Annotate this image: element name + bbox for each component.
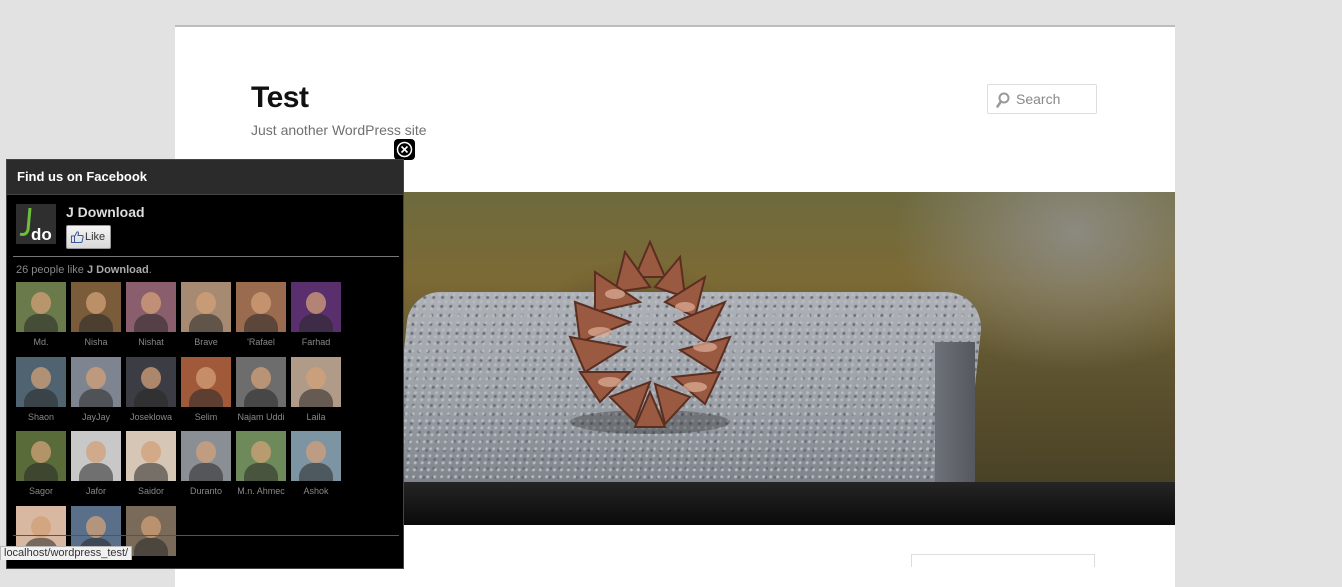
like-count-prefix: 26 people like bbox=[16, 264, 84, 276]
fan-name[interactable]: JayJay bbox=[71, 412, 121, 422]
stone-side bbox=[935, 342, 975, 482]
fan-avatar[interactable] bbox=[181, 356, 231, 407]
fan-face[interactable]: Joseklowa bbox=[126, 356, 176, 429]
fan-face[interactable]: Najam Uddi bbox=[236, 356, 286, 429]
fan-avatar[interactable] bbox=[236, 356, 286, 407]
fan-avatar[interactable] bbox=[16, 282, 66, 332]
fan-name[interactable]: Joseklowa bbox=[126, 412, 176, 422]
fan-face[interactable]: Saidor bbox=[126, 431, 176, 503]
search-icon bbox=[996, 92, 1010, 108]
fan-face[interactable] bbox=[126, 505, 176, 578]
sidebar-widget bbox=[911, 554, 1095, 567]
fan-face[interactable] bbox=[16, 505, 66, 578]
fan-face[interactable]: Laila bbox=[291, 356, 341, 429]
fan-avatar[interactable] bbox=[236, 431, 286, 481]
fan-name[interactable]: Saidor bbox=[126, 486, 176, 496]
fan-face[interactable]: 'Rafael bbox=[236, 282, 286, 354]
fan-avatar[interactable] bbox=[71, 431, 121, 481]
fan-avatar[interactable] bbox=[16, 356, 66, 407]
fan-avatar[interactable] bbox=[291, 431, 341, 481]
fan-face[interactable] bbox=[71, 505, 121, 578]
like-count-text: 26 people like J Download. bbox=[16, 264, 152, 276]
fan-name[interactable]: Duranto bbox=[181, 486, 231, 496]
search-input[interactable] bbox=[1016, 89, 1092, 109]
fan-name[interactable]: Jafor bbox=[71, 486, 121, 496]
fan-name[interactable]: Laila bbox=[291, 412, 341, 422]
site-title[interactable]: Test bbox=[251, 81, 309, 115]
facebook-like-box: Find us on Facebook do J Download Like 2… bbox=[6, 159, 404, 569]
divider bbox=[13, 535, 399, 536]
fan-avatar[interactable] bbox=[126, 431, 176, 481]
like-button-label: Like bbox=[85, 231, 106, 243]
thumbs-up-icon bbox=[71, 231, 84, 243]
fan-face[interactable]: Brave bbox=[181, 282, 231, 354]
fan-name[interactable]: Selim bbox=[181, 412, 231, 422]
fan-face[interactable]: Jafor bbox=[71, 431, 121, 503]
fan-face[interactable]: Farhad bbox=[291, 282, 341, 354]
fan-face[interactable]: JayJay bbox=[71, 356, 121, 429]
divider bbox=[13, 256, 399, 257]
fan-name[interactable]: Shaon bbox=[16, 412, 66, 422]
fan-avatar[interactable] bbox=[291, 356, 341, 407]
fan-name[interactable]: Nishat bbox=[126, 337, 176, 347]
fan-face[interactable]: Sagor bbox=[16, 431, 66, 503]
fan-avatar[interactable] bbox=[71, 356, 121, 407]
fan-face[interactable]: Ashok bbox=[291, 431, 341, 503]
fan-face[interactable]: Nisha bbox=[71, 282, 121, 354]
fan-name[interactable]: Brave bbox=[181, 337, 231, 347]
pinecone-image bbox=[568, 239, 732, 434]
fan-name[interactable]: M.n. Ahmec bbox=[236, 486, 286, 496]
fan-name[interactable]: Sagor bbox=[16, 486, 66, 496]
j-download-logo-icon: do bbox=[16, 204, 56, 244]
like-count-page-link[interactable]: J Download bbox=[87, 264, 149, 276]
fan-avatar[interactable] bbox=[16, 431, 66, 481]
fan-avatar[interactable] bbox=[291, 282, 341, 332]
close-icon bbox=[396, 141, 413, 158]
page-logo[interactable]: do bbox=[16, 204, 56, 244]
fan-avatar[interactable] bbox=[126, 505, 176, 556]
fan-avatar[interactable] bbox=[181, 282, 231, 332]
fan-face[interactable]: Selim bbox=[181, 356, 231, 429]
site-description: Just another WordPress site bbox=[251, 122, 427, 138]
fan-name[interactable]: Nisha bbox=[71, 337, 121, 347]
fan-name[interactable]: Farhad bbox=[291, 337, 341, 347]
fan-avatar[interactable] bbox=[126, 282, 176, 332]
like-button[interactable]: Like bbox=[66, 225, 112, 249]
search-form bbox=[987, 84, 1097, 114]
fan-face[interactable]: M.n. Ahmec bbox=[236, 431, 286, 503]
fan-name[interactable]: Ashok bbox=[291, 486, 341, 496]
facebook-box-heading: Find us on Facebook bbox=[7, 160, 403, 195]
fan-face[interactable]: Md. bbox=[16, 282, 66, 354]
close-button[interactable] bbox=[394, 139, 415, 160]
fan-face[interactable]: Nishat bbox=[126, 282, 176, 354]
fan-face[interactable]: Shaon bbox=[16, 356, 66, 429]
fan-avatar[interactable] bbox=[181, 431, 231, 481]
status-bar-url: localhost/wordpress_test/ bbox=[0, 546, 133, 560]
fan-name[interactable]: 'Rafael bbox=[236, 337, 286, 347]
fan-avatar[interactable] bbox=[236, 282, 286, 332]
fan-avatar[interactable] bbox=[71, 282, 121, 332]
fan-avatar[interactable] bbox=[126, 356, 176, 407]
like-count-suffix: . bbox=[148, 264, 152, 276]
fan-name[interactable]: Najam Uddi bbox=[236, 412, 286, 422]
fan-name[interactable]: Md. bbox=[16, 337, 66, 347]
logo-text: do bbox=[31, 225, 52, 244]
facebook-page-name[interactable]: J Download bbox=[66, 204, 145, 220]
fan-face[interactable]: Duranto bbox=[181, 431, 231, 503]
